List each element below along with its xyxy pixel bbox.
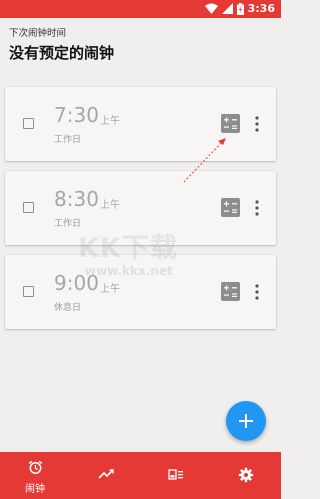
nav-tab-cards[interactable]	[140, 452, 210, 499]
trending-chart-icon	[98, 469, 114, 479]
battery-icon	[236, 2, 244, 15]
gear-icon	[238, 467, 254, 483]
status-time: 3:36	[247, 2, 275, 15]
next-alarm-status: 没有预定的闹钟	[9, 44, 115, 62]
signal-icon	[221, 3, 233, 14]
next-alarm-label: 下次闹钟时间	[9, 28, 67, 39]
alarm-ampm: 上午	[100, 200, 120, 211]
alarm-ampm: 上午	[100, 284, 120, 295]
annotation-arrow	[183, 138, 226, 183]
calculator-icon[interactable]	[221, 198, 240, 217]
plus-icon	[239, 414, 253, 428]
alarm-days: 工作日	[54, 135, 82, 145]
alarm-ampm: 上午	[100, 116, 120, 127]
nav-alarm-label: 闹钟	[25, 484, 45, 495]
alarm-time: 7:30	[54, 103, 99, 127]
alarm-enable-checkbox[interactable]	[23, 202, 34, 213]
nav-tab-alarm[interactable]: 闹钟	[0, 452, 70, 499]
alarm-time: 8:30	[54, 187, 99, 211]
calculator-icon[interactable]	[221, 282, 240, 301]
more-options-icon[interactable]	[254, 115, 260, 133]
calculator-icon[interactable]	[221, 114, 240, 133]
bottom-nav: 闹钟	[0, 452, 281, 499]
alarm-enable-checkbox[interactable]	[23, 118, 34, 129]
more-options-icon[interactable]	[254, 283, 260, 301]
watermark-text: KK下载	[78, 233, 178, 264]
card-list-icon	[168, 469, 183, 480]
nav-tab-stats[interactable]	[70, 452, 140, 499]
watermark-url: www.kkx.net	[85, 264, 173, 278]
header: 下次闹钟时间 没有预定的闹钟	[0, 18, 281, 70]
alarm-clock-icon	[28, 460, 43, 474]
wifi-icon	[204, 3, 218, 14]
alarm-enable-checkbox[interactable]	[23, 286, 34, 297]
alarm-days: 休息日	[54, 303, 82, 313]
add-alarm-button[interactable]	[226, 401, 266, 441]
more-options-icon[interactable]	[254, 199, 260, 217]
alarm-card[interactable]: 7:30 上午 工作日	[5, 87, 276, 161]
status-bar: 3:36	[0, 0, 281, 18]
nav-tab-settings[interactable]	[210, 452, 281, 499]
alarm-days: 工作日	[54, 219, 82, 229]
